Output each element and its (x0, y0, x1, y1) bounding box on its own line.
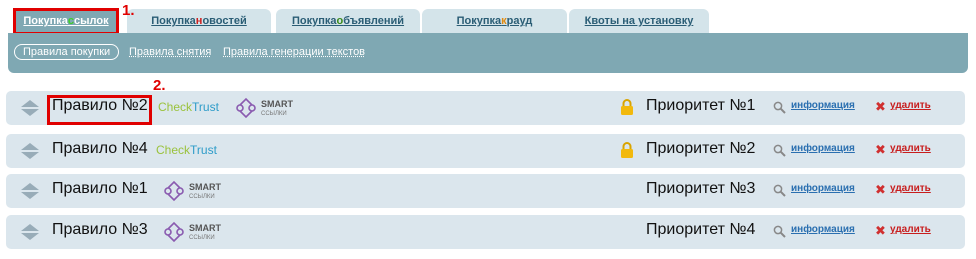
tab-label-post: рауд (506, 15, 533, 27)
lock-icon (621, 99, 633, 115)
tab-install-quotas[interactable]: Квоты на установку (569, 9, 709, 33)
checktrust-logo: CheckTrust (156, 143, 217, 157)
subtab-bar: Правила покупки Правила снятия Правила г… (8, 33, 968, 73)
info-link[interactable]: информация (791, 143, 855, 154)
rule-name: Правило №4 (52, 140, 148, 157)
rule-row: Правило №4 CheckTrust Приоритет №2 инфор… (6, 134, 965, 168)
magnifier-icon (773, 184, 786, 197)
smart-links-logo: SMART ССЫЛКИ (164, 180, 221, 202)
tab-buy-ads[interactable]: Покупка о бъявлений (276, 9, 420, 33)
rule-name: Правило №1 (52, 180, 148, 197)
rule-row: Правило №1 SMART ССЫЛКИ Приоритет №3 инф… (6, 174, 965, 208)
annotation-number-2: 2. (153, 77, 166, 94)
tab-buy-crowd[interactable]: Покупка к рауд (422, 9, 567, 33)
smart-links-logo: SMART ССЫЛКИ (164, 221, 221, 243)
checktrust-logo-check: Check (156, 143, 191, 157)
tab-label-post: овостей (202, 15, 247, 27)
annotation-box-1 (13, 8, 119, 35)
sort-arrows-icon[interactable] (20, 141, 40, 161)
rule-row: Правило №3 SMART ССЫЛКИ Приоритет №4 инф… (6, 215, 965, 249)
smart-logo-text: SMART (189, 223, 221, 233)
delete-link[interactable]: удалить (890, 100, 931, 111)
delete-link[interactable]: удалить (890, 224, 931, 235)
smart-logo-subtext: ССЫЛКИ (189, 194, 215, 200)
annotation-box-2 (47, 95, 152, 125)
subtab-text-generation-rules[interactable]: Правила генерации текстов (223, 46, 365, 58)
info-link[interactable]: информация (791, 224, 855, 235)
smart-logo-subtext: ССЫЛКИ (189, 235, 215, 241)
smart-logo-subtext: ССЫЛКИ (261, 111, 287, 117)
checktrust-logo-check: Check (158, 100, 193, 114)
delete-x-icon: ✖ (875, 99, 886, 114)
smart-links-logo: SMART ССЫЛКИ (236, 97, 293, 119)
magnifier-icon (773, 225, 786, 238)
tab-label-pre: Покупка (151, 15, 196, 27)
delete-link[interactable]: удалить (890, 183, 931, 194)
delete-x-icon: ✖ (875, 223, 886, 238)
rule-name: Правило №3 (52, 221, 148, 238)
checktrust-logo-trust: Trust (190, 143, 217, 157)
rule-priority: Приоритет №4 (646, 221, 756, 238)
lock-icon (621, 142, 633, 158)
delete-link[interactable]: удалить (890, 143, 931, 154)
magnifier-icon (773, 144, 786, 157)
info-link[interactable]: информация (791, 183, 855, 194)
magnifier-icon (773, 101, 786, 114)
delete-x-icon: ✖ (875, 142, 886, 157)
tab-label-pre: Покупка (291, 15, 337, 27)
info-link[interactable]: информация (791, 100, 855, 111)
subtab-purchase-rules[interactable]: Правила покупки (14, 44, 120, 60)
sort-arrows-icon[interactable] (20, 222, 40, 242)
tab-label-hl: н (195, 15, 203, 27)
tab-buy-news[interactable]: Покупка н овостей (127, 9, 271, 33)
annotation-number-1: 1. (122, 2, 135, 19)
rule-priority: Приоритет №3 (646, 180, 756, 197)
tab-label-hl: о (336, 15, 344, 27)
sort-arrows-icon[interactable] (20, 181, 40, 201)
checktrust-logo: CheckTrust (158, 100, 219, 114)
delete-x-icon: ✖ (875, 182, 886, 197)
smart-logo-text: SMART (189, 182, 221, 192)
sort-arrows-icon[interactable] (20, 98, 40, 118)
main-tabs: Покупка с сылок Покупка н овостей Покупка … (8, 9, 968, 33)
smart-logo-text: SMART (261, 99, 293, 109)
tab-label-pre: Покупка (456, 15, 502, 27)
tab-label: Квоты на установку (584, 15, 694, 27)
tab-label-post: бъявлений (343, 15, 405, 27)
checktrust-logo-trust: Trust (192, 100, 219, 114)
rule-priority: Приоритет №1 (646, 97, 756, 114)
rule-priority: Приоритет №2 (646, 140, 756, 157)
subtab-removal-rules[interactable]: Правила снятия (129, 46, 211, 58)
